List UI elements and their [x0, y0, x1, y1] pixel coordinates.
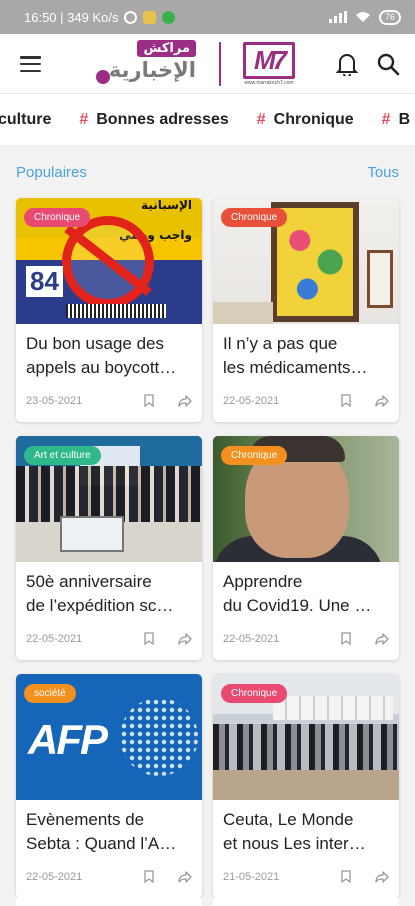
- article-title: Il n’y a pas que les médicaments…: [223, 334, 368, 377]
- status-bar: 16:50 | 349 Ko/s 76: [0, 0, 415, 34]
- article-date: 22-05-2021: [223, 394, 280, 407]
- battery-icon: 76: [378, 9, 401, 25]
- tag-bar: culture # Bonnes adresses # Chronique # B: [0, 94, 415, 146]
- article-card[interactable]: Art et culture 50è anniversaire de l’expé…: [16, 436, 202, 660]
- bookmark-icon[interactable]: [341, 870, 351, 883]
- article-date: 22-05-2021: [26, 632, 83, 645]
- wifi-icon: [355, 12, 370, 22]
- tag-chronique[interactable]: # Chronique: [257, 111, 354, 129]
- article-thumbnail: الإسبانية واجب وطني 84 Chronique: [16, 198, 202, 324]
- article-card[interactable]: الإسبانية واجب وطني 84 Chronique Du bon …: [16, 198, 202, 422]
- article-thumbnail: Art et culture: [16, 436, 202, 562]
- article-title: Evènements de Sebta : Quand l’A…: [26, 810, 177, 853]
- article-title: Du bon usage des appels au boycott…: [26, 334, 177, 377]
- article-thumbnail: AFP société: [16, 674, 202, 800]
- logo-arabic[interactable]: مراكش الإخبارية: [92, 40, 202, 88]
- next-card-peek: [16, 896, 202, 906]
- section-header: Populaires Tous: [0, 146, 415, 198]
- afp-logo: AFP: [28, 716, 108, 763]
- category-badge: Chronique: [24, 208, 91, 227]
- share-icon[interactable]: [375, 394, 389, 407]
- bookmark-icon[interactable]: [341, 632, 351, 645]
- article-thumbnail: Chronique: [213, 198, 399, 324]
- signal-icon: [328, 11, 347, 23]
- notification-app-icon: [143, 10, 157, 24]
- section-title: Populaires: [16, 163, 87, 181]
- article-date: 22-05-2021: [223, 632, 280, 645]
- whatsapp-icon: [162, 10, 176, 24]
- hamburger-icon[interactable]: [20, 56, 41, 72]
- category-badge: Chronique: [221, 446, 288, 465]
- share-icon[interactable]: [375, 632, 389, 645]
- bookmark-icon[interactable]: [144, 632, 154, 645]
- share-icon[interactable]: [178, 394, 192, 407]
- tag-bonnes-adresses[interactable]: # Bonnes adresses: [79, 111, 228, 129]
- share-icon[interactable]: [178, 870, 192, 883]
- see-all-link[interactable]: Tous: [367, 164, 399, 181]
- sync-icon: [124, 10, 138, 24]
- category-badge: société: [24, 684, 76, 703]
- article-title: Apprendre du Covid19. Une …: [223, 572, 372, 615]
- search-icon[interactable]: [376, 52, 400, 76]
- article-thumbnail: Chronique: [213, 436, 399, 562]
- article-card[interactable]: Chronique Il n’y a pas que les médicament…: [213, 198, 399, 422]
- logo-arabic-top: مراكش: [137, 40, 196, 57]
- logo-tagline: www.marrakech7.com: [244, 80, 294, 86]
- logo-arabic-main: الإخبارية: [108, 58, 196, 82]
- category-badge: Chronique: [221, 684, 288, 703]
- article-card[interactable]: AFP société Evènements de Sebta : Quand l…: [16, 674, 202, 898]
- article-date: 21-05-2021: [223, 870, 280, 883]
- article-card[interactable]: Chronique Apprendre du Covid19. Une … 22-…: [213, 436, 399, 660]
- article-date: 23-05-2021: [26, 394, 83, 407]
- share-icon[interactable]: [375, 870, 389, 883]
- tag-b[interactable]: # B: [382, 111, 410, 129]
- logo-divider: [219, 42, 221, 86]
- bookmark-icon[interactable]: [341, 394, 351, 407]
- article-date: 22-05-2021: [26, 870, 83, 883]
- logo-mark-text: M7: [253, 45, 287, 75]
- tag-culture[interactable]: culture: [0, 111, 51, 129]
- status-time: 16:50 | 349 Ko/s: [24, 9, 119, 25]
- logo-m7[interactable]: M7 www.marrakech7.com: [243, 42, 295, 86]
- logo-dot: [96, 70, 110, 84]
- bell-icon[interactable]: [336, 52, 358, 76]
- bookmark-icon[interactable]: [144, 870, 154, 883]
- article-title: 50è anniversaire de l’expédition sc…: [26, 572, 174, 615]
- bookmark-icon[interactable]: [144, 394, 154, 407]
- category-badge: Chronique: [221, 208, 288, 227]
- next-card-peek: [213, 896, 399, 906]
- article-grid: الإسبانية واجب وطني 84 Chronique Du bon …: [0, 198, 415, 898]
- share-icon[interactable]: [178, 632, 192, 645]
- article-title: Ceuta, Le Monde et nous Les inter…: [223, 810, 366, 853]
- category-badge: Art et culture: [24, 446, 101, 465]
- article-card[interactable]: Chronique Ceuta, Le Monde et nous Les int…: [213, 674, 399, 898]
- article-thumbnail: Chronique: [213, 674, 399, 800]
- app-bar: مراكش الإخبارية M7 www.marrakech7.com: [0, 34, 415, 94]
